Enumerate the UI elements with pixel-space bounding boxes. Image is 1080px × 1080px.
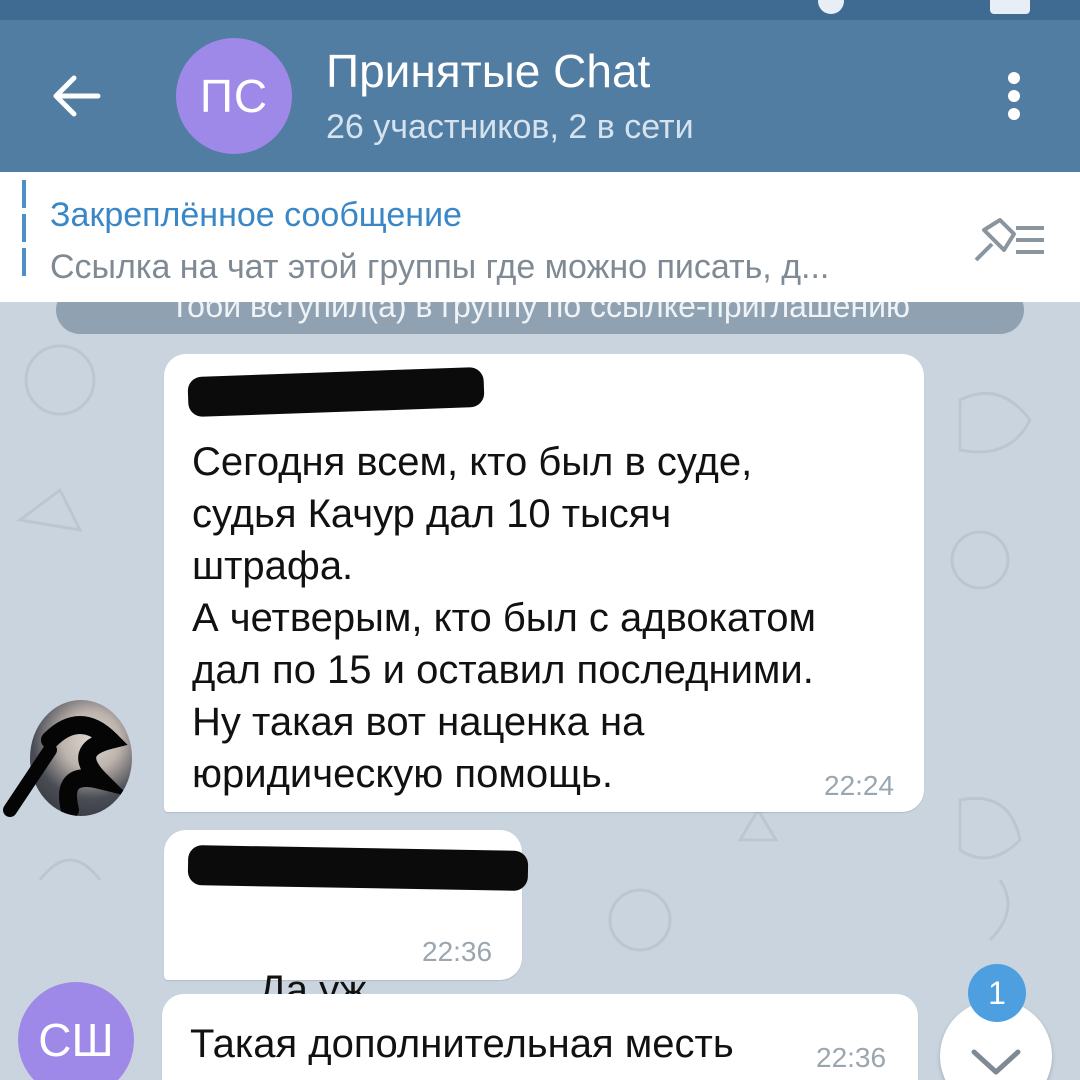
pinned-list-button[interactable] — [970, 212, 1050, 273]
unread-count-badge: 1 — [968, 964, 1026, 1022]
message-time: 22:36 — [422, 936, 493, 967]
message-time: 22:36 — [816, 1042, 887, 1073]
telegram-chat-screen: ПС Принятые Chat 26 участников, 2 в сети… — [0, 0, 1080, 1080]
message-bubble[interactable]: Такая дополнительная месть 22:36 — [162, 994, 918, 1080]
pinned-indicator — [22, 180, 26, 280]
arrow-left-icon — [53, 75, 101, 117]
group-avatar[interactable]: ПС — [176, 38, 292, 154]
redacted-sender-name — [187, 845, 529, 891]
more-menu-button[interactable] — [990, 60, 1038, 132]
pin-list-icon — [974, 218, 1044, 262]
more-vertical-icon — [1008, 72, 1020, 120]
pinned-text: Ссылка на чат этой группы где можно писа… — [50, 248, 830, 286]
message-text: Такая дополнительная месть — [190, 1022, 734, 1066]
message-text: Сегодня всем, кто был в суде, судья Качу… — [192, 440, 817, 796]
scribble-mark — [3, 743, 57, 817]
chat-header: ПС Принятые Chat 26 участников, 2 в сети — [0, 20, 1080, 172]
chat-title[interactable]: Принятые Chat — [326, 44, 650, 98]
pinned-message-bar[interactable]: Закреплённое сообщение Ссылка на чат это… — [0, 172, 1080, 302]
message-bubble[interactable]: Да уж.. 22:36 — [164, 830, 529, 1068]
message-time: 22:24 — [824, 770, 895, 801]
pinned-title: Закреплённое сообщение — [50, 196, 462, 234]
redacted-sender-name — [187, 366, 485, 418]
back-button[interactable] — [40, 60, 112, 132]
chat-subtitle: 26 участников, 2 в сети — [326, 108, 694, 146]
message-bubble[interactable]: Сегодня всем, кто был в суде, судья Качу… — [164, 354, 924, 812]
